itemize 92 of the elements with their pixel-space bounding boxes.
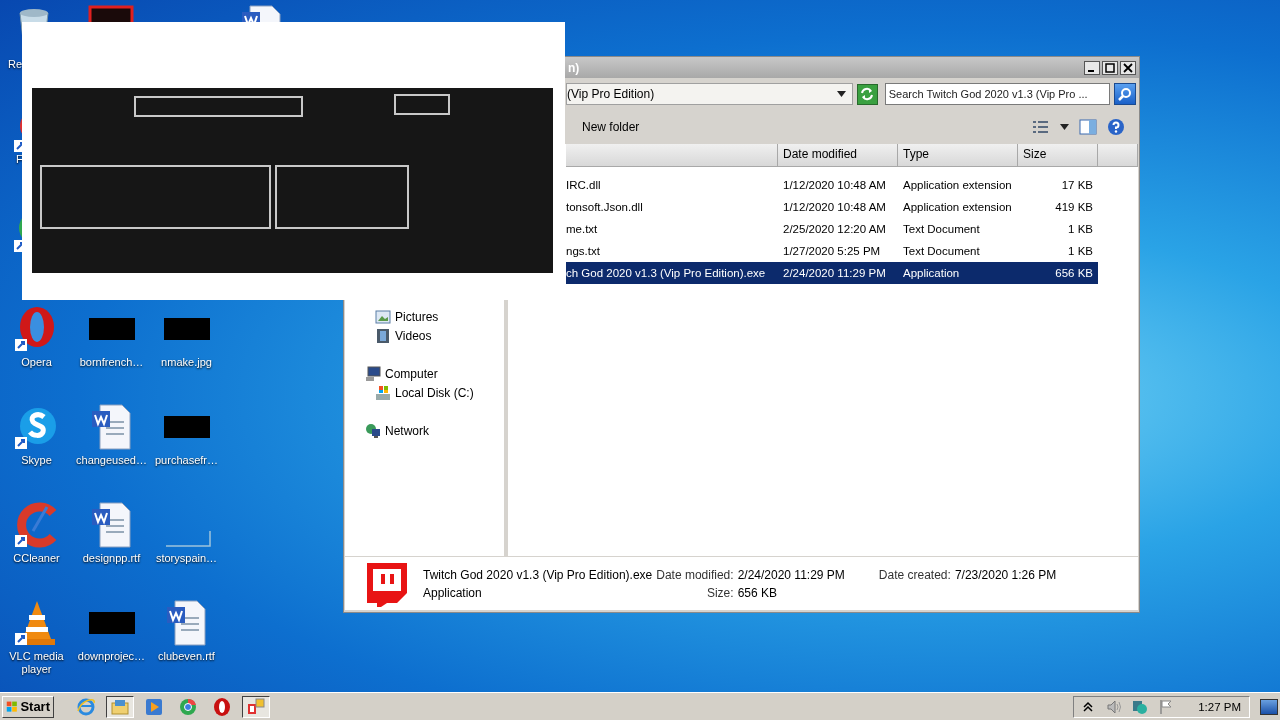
address-bar[interactable]: (Vip Pro Edition) [566,83,853,105]
icon-label: changeused… [76,454,147,467]
empty-frame [394,94,450,115]
icon-label: Skype [21,454,52,467]
icon-label: Opera [21,356,52,369]
column-header[interactable]: Size [1018,144,1098,166]
maximize-button[interactable] [1102,60,1118,75]
column-header[interactable]: Type [898,144,1018,166]
disk-icon[interactable] [375,384,391,401]
file-name: Twitch God 2020 v1.3 (Vip Pro Edition).exe [423,567,653,582]
type-cell-text: Application extension [902,179,1013,191]
search-button[interactable] [1114,83,1136,105]
field-label: Date modified: [656,567,734,582]
field-label: Date created: [877,567,951,582]
minimize-icon [1087,69,1094,72]
caret-icon[interactable] [1060,124,1069,130]
network-icon[interactable] [365,422,381,439]
preview-pane-icon[interactable] [1079,118,1097,136]
refresh-button[interactable] [856,83,878,105]
size-cell-text: 419 KB [1054,201,1094,213]
file-row[interactable]: IRC.dll 1/12/2020 10:48 AM Application extension 17 KB [566,174,1098,196]
field-value: 656 KB [737,585,778,600]
size-cell-text: 656 KB [1054,267,1094,279]
icon-label: designpp.rtf [82,552,141,565]
file-row[interactable]: ngs.txt 1/27/2020 5:25 PM Text Document 1 KB [566,240,1098,262]
opera-icon [212,696,232,717]
pictures-icon[interactable] [375,308,391,325]
icon-label: storyspain… [155,552,218,565]
file-row[interactable]: tonsoft.Json.dll 1/12/2020 10:48 AM Application extension 419 KB [566,196,1098,218]
taskbar-app[interactable] [106,695,134,718]
file-row[interactable]: me.txt 2/25/2020 12:20 AM Text Document 1 KB [566,218,1098,240]
nav-item[interactable]: Videos [395,328,432,343]
size-cell-text: 1 KB [1067,223,1094,235]
icon-label: downprojec… [77,650,146,663]
field-label: Size: [705,585,734,600]
refresh-icon [860,87,875,101]
file-name: IRC.dll [566,179,602,191]
help-icon[interactable] [1107,118,1125,136]
nav-item[interactable]: Network [385,423,429,438]
type-cell-text: Application [902,267,961,279]
date-cell-text: 1/12/2020 10:48 AM [782,179,887,191]
chrome-icon [178,696,198,717]
computer-icon[interactable] [365,365,381,382]
file-row[interactable]: ch God 2020 v1.3 (Vip Pro Edition).exe 2/24/2020 11:29 PM Application 656 KB [566,262,1098,284]
view-list-icon[interactable] [1032,118,1050,136]
close-icon [1123,62,1133,73]
file-name: me.txt [566,223,599,235]
nav-item[interactable]: Computer [385,366,438,381]
field-value: 2/24/2020 11:29 PM [737,567,845,582]
caret-icon[interactable] [836,91,846,97]
icon-label: CCleaner [13,552,60,565]
icon-label: VLC media player [8,650,65,676]
file-name: tonsoft.Json.dll [566,201,644,213]
type-cell-text: Text Document [902,245,981,257]
chat-bubble-icon [365,560,409,607]
app-icon [246,696,266,717]
videos-icon[interactable] [375,327,391,344]
nav-item[interactable]: Pictures [395,309,439,324]
field-value: 7/23/2020 1:26 PM [954,567,1057,582]
file-name: ngs.txt [566,245,601,257]
speaker-icon[interactable] [1106,698,1123,715]
maximize-icon [1105,62,1115,73]
nav-item[interactable]: Local Disk (C:) [395,385,474,400]
search-icon [1118,87,1133,101]
icon-label: bornfrench… [79,356,144,369]
date-cell-text: 2/24/2020 11:29 PM [782,267,887,279]
date-cell-text: 1/12/2020 10:48 AM [782,201,887,213]
icon-label: clubeven.rtf [158,650,215,663]
new-folder-button[interactable]: New folder [574,117,648,137]
type-cell-text: Text Document [902,223,981,235]
file-name: ch God 2020 v1.3 (Vip Pro Edition).exe [566,267,767,279]
file-type: Application [423,585,483,600]
icon-label: purchasefr… [155,454,218,467]
icon-label: Re [8,58,23,71]
start-button[interactable]: Start [2,695,54,718]
ie-icon [76,696,96,717]
column-header[interactable]: Date modified [778,144,898,166]
window-title: n) [568,60,580,75]
clock[interactable]: 1:27 PM [1198,700,1241,713]
show-desktop-button[interactable] [1260,698,1278,715]
size-cell-text: 17 KB [1060,179,1094,191]
icon-label: F [16,153,23,166]
size-cell-text: 1 KB [1067,245,1094,257]
type-cell-text: Application extension [902,201,1013,213]
taskbar-app[interactable] [242,695,270,718]
search-field[interactable]: Search Twitch God 2020 v1.3 (Vip Pro ... [884,83,1111,105]
minimize-button[interactable] [1084,60,1100,75]
date-cell-text: 2/25/2020 12:20 AM [782,223,887,235]
icon-label: nmake.jpg [161,356,212,369]
date-cell-text: 1/27/2020 5:25 PM [782,245,882,257]
close-button[interactable] [1120,60,1136,75]
media-icon [144,696,164,717]
